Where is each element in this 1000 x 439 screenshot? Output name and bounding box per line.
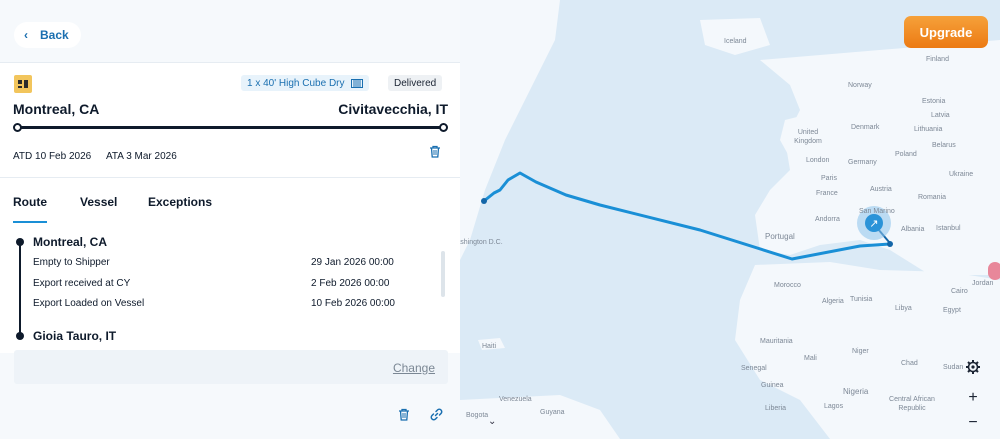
map-label: Latvia: [931, 112, 950, 119]
timeline-scrollbar[interactable]: [441, 251, 445, 297]
map-label: Lithuania: [914, 126, 943, 133]
change-link[interactable]: Change: [393, 361, 435, 375]
timeline-event-time: 2 Feb 2026 00:00: [311, 278, 390, 289]
map-label: Paris: [821, 175, 837, 182]
map-label: Poland: [895, 151, 917, 158]
timeline-line: [19, 241, 21, 337]
map-label: Estonia: [922, 98, 946, 105]
back-button[interactable]: ‹ Back: [14, 22, 81, 48]
atd-date: ATD 10 Feb 2026: [13, 151, 92, 162]
chevron-down-icon[interactable]: ⌄: [488, 416, 496, 427]
tab-route[interactable]: Route: [13, 195, 47, 209]
map-label: Portugal: [765, 232, 795, 241]
location-pin-icon[interactable]: [988, 262, 1000, 280]
map-label: Andorra: [815, 216, 840, 223]
map-label: London: [806, 157, 830, 164]
timeline-event-time: 29 Jan 2026 00:00: [311, 257, 394, 268]
route-timeline: Montreal, CA Empty to Shipper 29 Jan 202…: [0, 223, 460, 353]
status-badge: Delivered: [388, 75, 443, 91]
map-label: Finland: [926, 56, 949, 63]
timeline-stop-name: Gioia Tauro, IT: [33, 329, 117, 343]
map-label: Central African Republic: [889, 396, 935, 412]
timeline-event-label: Export received at CY: [33, 278, 131, 289]
map-label: Chad: [901, 360, 918, 367]
map-label: Liberia: [765, 405, 787, 412]
map-label: Morocco: [774, 282, 801, 289]
map-label: Haiti: [482, 343, 497, 350]
map-label: Tunisia: [850, 296, 873, 303]
settings-icon[interactable]: [962, 356, 984, 378]
map-label: Romania: [918, 194, 947, 201]
map-label: France: [816, 190, 838, 197]
container-badge: 1 x 40' High Cube Dry: [241, 75, 369, 91]
map-label: Egypt: [943, 307, 961, 314]
route-progress-line: [17, 126, 444, 129]
map-label: Denmark: [851, 124, 880, 131]
map-label: Ukraine: [949, 171, 974, 178]
map-label: Albania: [901, 226, 925, 233]
map-label: Jordan: [972, 280, 994, 287]
map-label: Senegal: [741, 365, 767, 372]
link-icon[interactable]: [427, 405, 445, 423]
zoom-out-icon[interactable]: −: [962, 412, 984, 434]
map-label: Sudan: [943, 364, 964, 371]
map-label: Algeria: [822, 298, 844, 305]
carrier-logo: [14, 75, 32, 93]
ata-date: ATA 3 Mar 2026: [106, 151, 177, 162]
timeline-event-label: Export Loaded on Vessel: [33, 298, 145, 309]
map-label: United Kingdom: [794, 129, 822, 145]
map-label: Norway: [848, 82, 872, 89]
detail-tabs: Route Vessel Exceptions: [0, 177, 460, 223]
map-label: Guinea: [761, 382, 784, 389]
map-label: Istanbul: [936, 225, 961, 232]
map-label: Cairo: [951, 288, 968, 295]
map-label: Mali: [804, 355, 817, 362]
tab-exceptions[interactable]: Exceptions: [148, 195, 212, 209]
map-label: San Marino: [859, 208, 895, 215]
tab-vessel[interactable]: Vessel: [80, 195, 117, 209]
map-label: Lagos: [824, 403, 844, 410]
container-icon: [350, 78, 363, 88]
map-label: Venezuela: [499, 396, 532, 403]
destination-port: Civitavecchia, IT: [338, 101, 448, 117]
chevron-left-icon: ‹: [24, 28, 28, 42]
trash-icon[interactable]: [395, 405, 413, 423]
origin-port: Montreal, CA: [13, 101, 100, 117]
change-box: Change: [14, 350, 448, 384]
map-label: Germany: [848, 159, 877, 166]
container-label: 1 x 40' High Cube Dry: [247, 77, 345, 89]
timeline-stop-name: Montreal, CA: [33, 235, 108, 249]
shipment-panel: ‹ Back 1 x 40' High Cube Dry Delivered M…: [0, 0, 460, 439]
trash-icon[interactable]: [429, 145, 441, 163]
timeline-stop-dot: [16, 332, 24, 340]
timeline-event-label: Empty to Shipper: [33, 257, 110, 268]
map-label: Libya: [895, 305, 912, 312]
origin-marker: [481, 198, 487, 204]
map-label: Guyana: [540, 409, 565, 416]
shipment-summary-card: 1 x 40' High Cube Dry Delivered Montreal…: [0, 62, 460, 177]
destination-dot: [439, 123, 448, 132]
map-label: Nigeria: [843, 387, 869, 396]
upgrade-button[interactable]: Upgrade: [904, 16, 988, 48]
map-label: Mauritania: [760, 338, 793, 345]
origin-dot: [13, 123, 22, 132]
zoom-in-icon[interactable]: +: [962, 387, 984, 409]
timeline-stop-dot: [16, 238, 24, 246]
map-label: Austria: [870, 186, 892, 193]
map-label: Iceland: [724, 38, 747, 45]
timeline-event-time: 10 Feb 2026 00:00: [311, 298, 395, 309]
map-label: Belarus: [932, 142, 956, 149]
back-label: Back: [40, 28, 69, 42]
map-label: Bogota: [466, 412, 489, 419]
map-label: Niger: [852, 348, 869, 355]
